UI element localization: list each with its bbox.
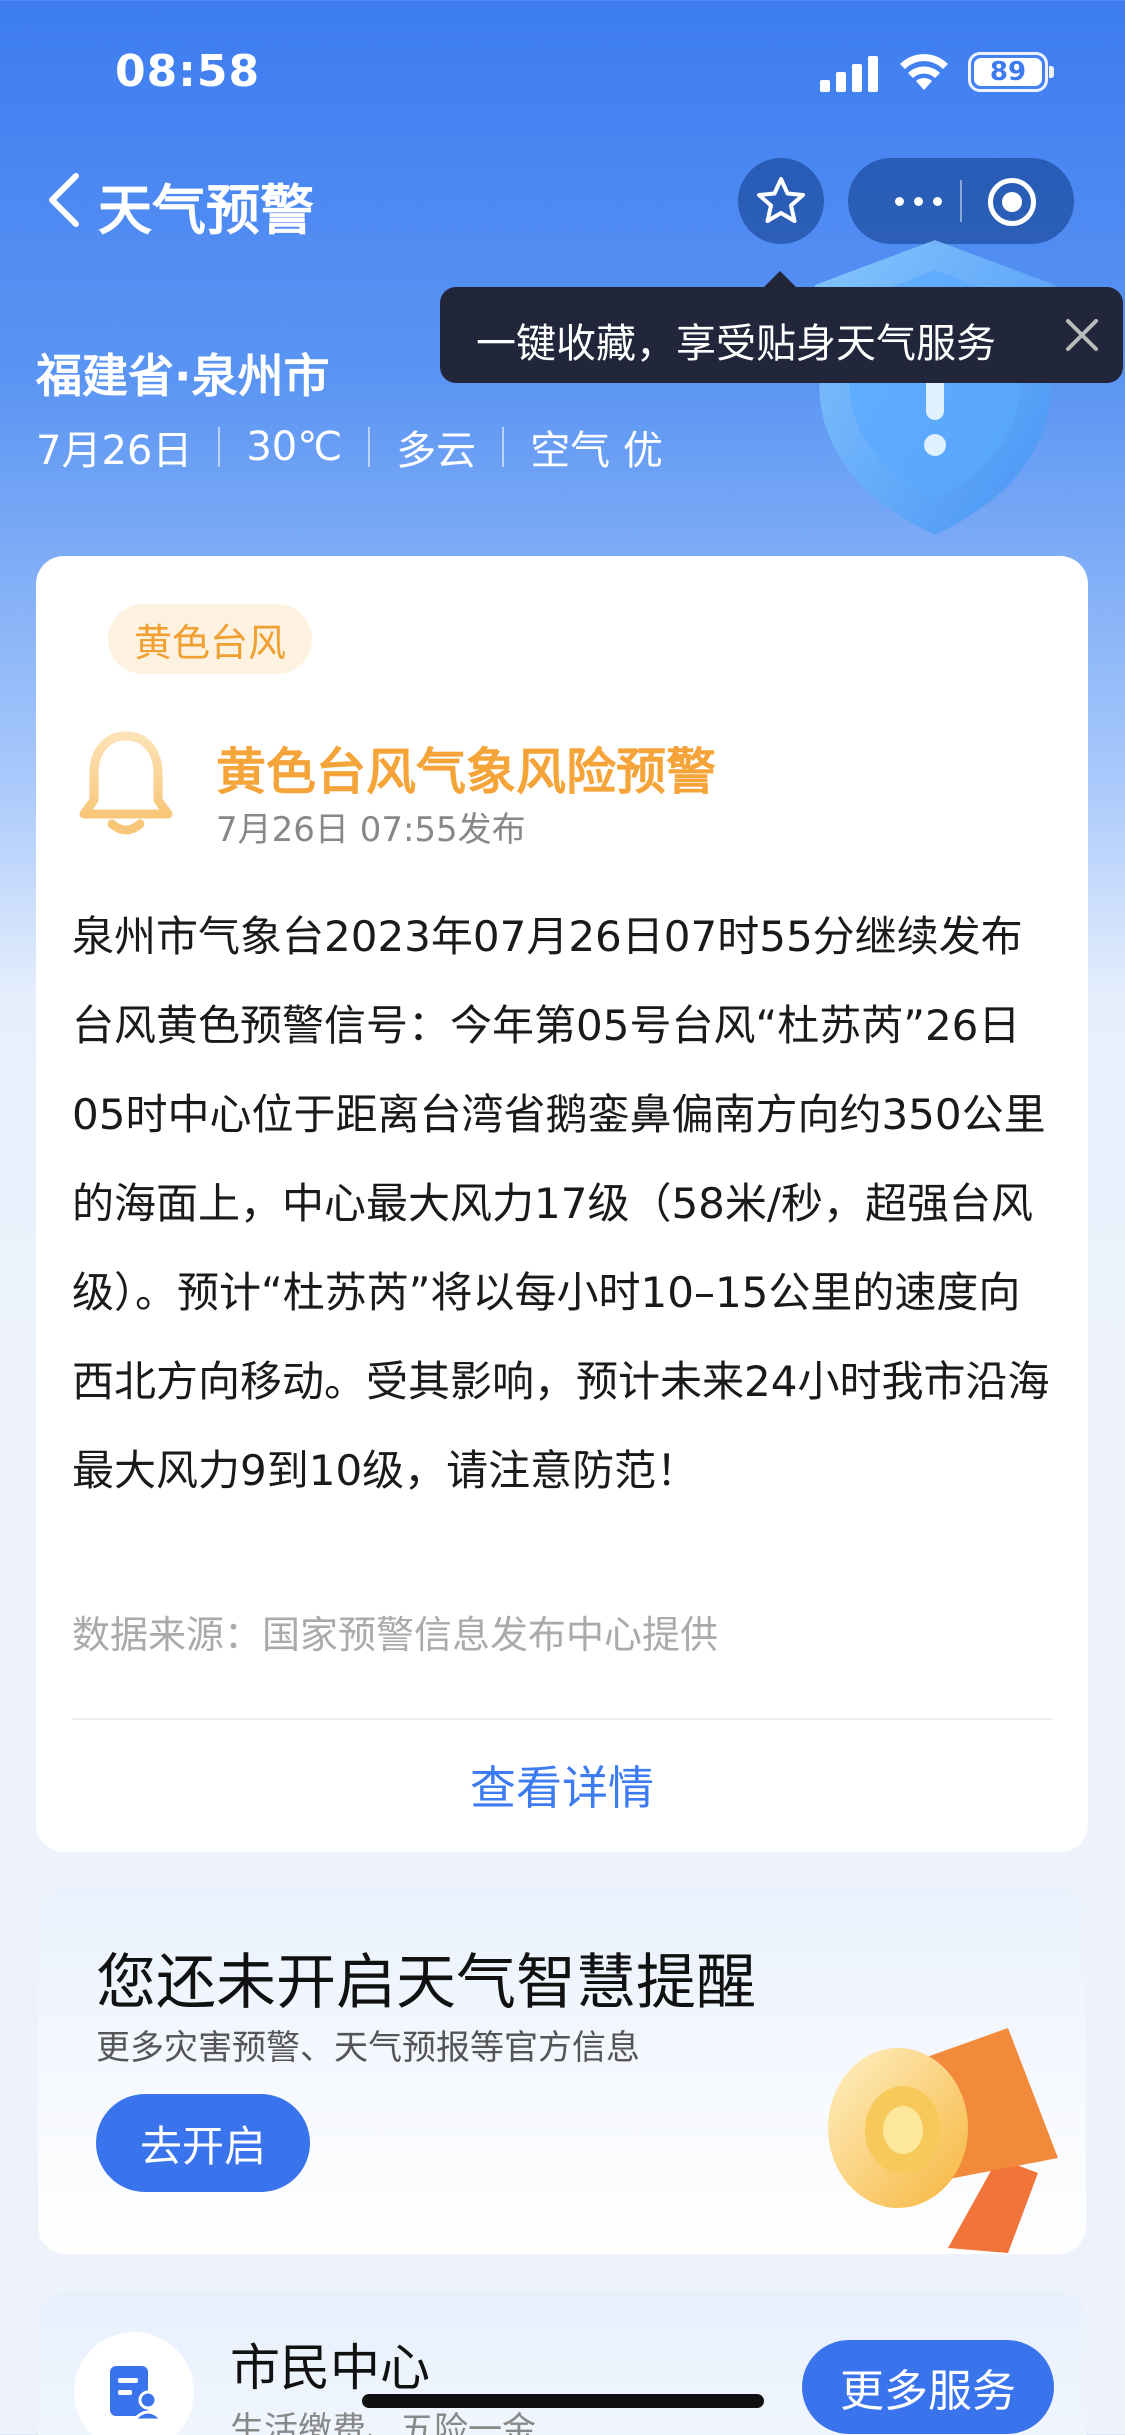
warning-body: 泉州市气象台2023年07月26日07时55分继续发布台风黄色预警信号：今年第0… [72, 912, 1050, 1495]
weather-condition: 多云 [396, 428, 477, 474]
more-services-button[interactable]: 更多服务 [802, 2340, 1054, 2434]
tooltip-text: 一键收藏，享受贴身天气服务 [476, 321, 996, 367]
citizen-center-card[interactable]: 市民中心 生活缴费、五险一金... 更多服务 [38, 2292, 1086, 2435]
reminder-subtitle: 更多灾害预警、天气预报等官方信息 [96, 2028, 640, 2068]
data-source: 数据来源：国家预警信息发布中心提供 [72, 1613, 719, 1657]
cellular-signal-icon [820, 56, 878, 92]
home-indicator [362, 2394, 764, 2408]
weather-temperature: 30℃ [246, 424, 343, 470]
view-details-link[interactable]: 查看详情 [36, 1752, 1088, 1818]
weather-date: 7月26日 [36, 428, 193, 474]
battery-icon: 89 [968, 52, 1054, 92]
warning-tag: 黄色台风 [108, 604, 313, 674]
page-title: 天气预警 [98, 179, 314, 242]
warning-card: 黄色台风 黄色台风气象风险预警 7月26日 07:55发布 泉州市气象台2023… [36, 556, 1088, 1852]
document-user-icon [110, 2366, 166, 2422]
status-time: 08:58 [115, 46, 261, 97]
more-icon[interactable] [878, 184, 958, 218]
warning-publish-time: 7月26日 07:55发布 [216, 810, 526, 850]
air-quality: 空气 优 [530, 428, 663, 474]
close-icon[interactable] [1060, 313, 1104, 357]
citizen-title: 市民中心 [230, 2339, 430, 2397]
favorite-tooltip: 一键收藏，享受贴身天气服务 [440, 287, 1123, 383]
megaphone-icon [828, 2028, 1058, 2253]
wifi-icon [900, 54, 948, 90]
location-city: 福建省·泉州市 [36, 349, 330, 403]
bell-icon [79, 731, 173, 835]
shield-illustration [815, 240, 1055, 535]
divider [72, 1718, 1052, 1720]
star-icon [757, 177, 805, 223]
weather-summary: 7月26日 30℃ 多云 空气 优 [36, 418, 663, 476]
battery-level: 89 [989, 57, 1027, 87]
back-icon[interactable] [40, 170, 90, 230]
reminder-card: 您还未开启天气智慧提醒 更多灾害预警、天气预报等官方信息 去开启 [38, 1888, 1086, 2254]
citizen-icon-wrap [74, 2332, 194, 2435]
status-bar: 08:58 89 [0, 0, 1125, 150]
close-miniapp-icon[interactable] [988, 178, 1036, 226]
enable-reminder-button[interactable]: 去开启 [96, 2094, 310, 2192]
warning-title: 黄色台风气象风险预警 [216, 743, 716, 801]
reminder-title: 您还未开启天气智慧提醒 [96, 1948, 756, 2018]
